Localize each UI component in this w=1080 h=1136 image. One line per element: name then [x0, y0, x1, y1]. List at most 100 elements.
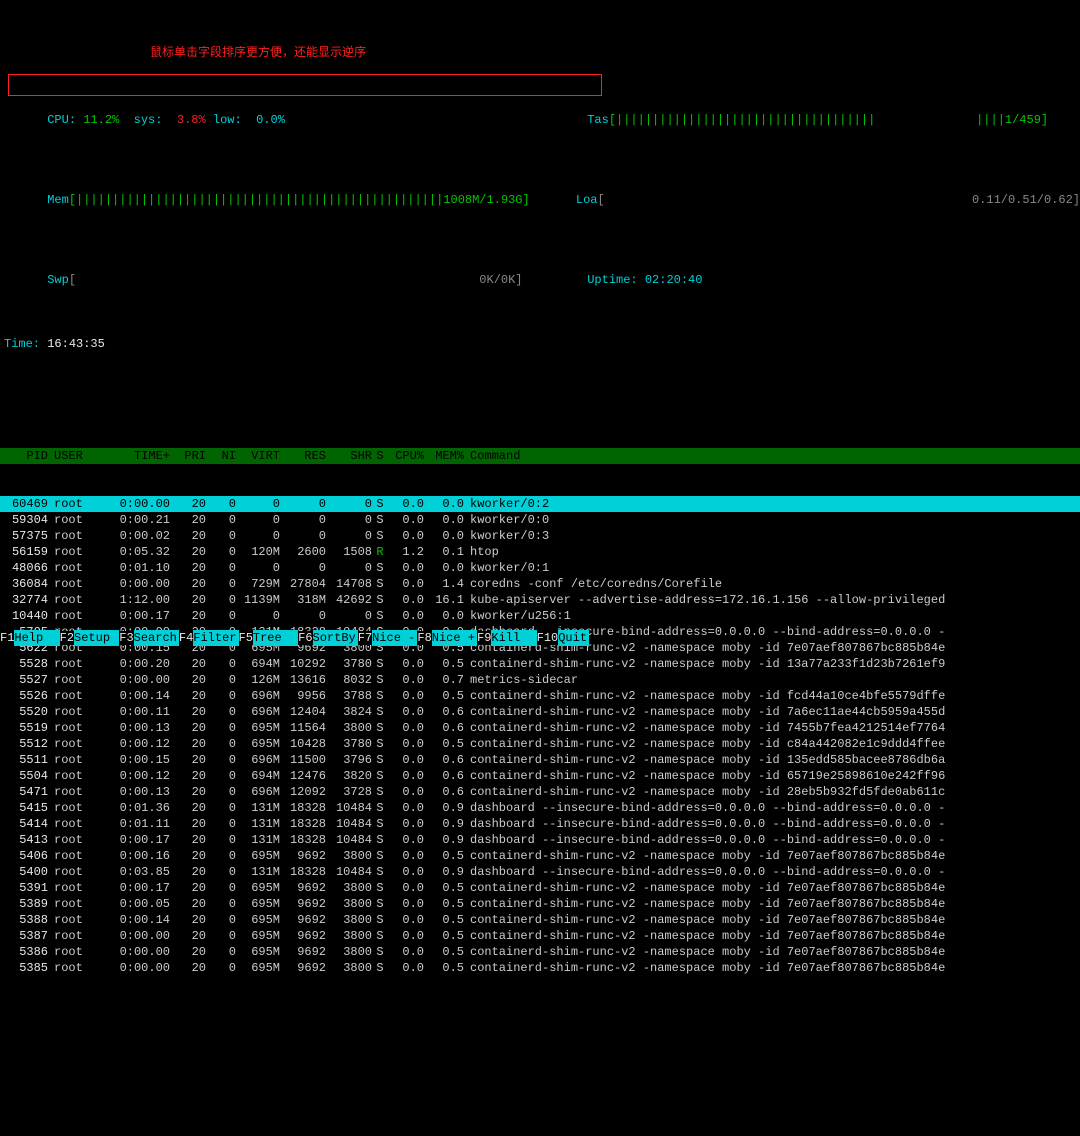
- cell-mem: 0.9: [424, 832, 464, 848]
- process-row[interactable]: 5528root0:00.20200694M102923780S0.00.5co…: [0, 656, 1080, 672]
- process-row[interactable]: 48066root0:01.10200000S0.00.0kworker/0:1: [0, 560, 1080, 576]
- process-row[interactable]: 5387root0:00.00200695M96923800S0.00.5con…: [0, 928, 1080, 944]
- process-row[interactable]: 5519root0:00.13200695M115643800S0.00.6co…: [0, 720, 1080, 736]
- process-row[interactable]: 5385root0:00.00200695M96923800S0.00.5con…: [0, 960, 1080, 976]
- cell-state: S: [372, 528, 388, 544]
- cell-virt: 696M: [236, 688, 280, 704]
- col-state[interactable]: S: [372, 448, 388, 464]
- process-row[interactable]: 32774root1:12.002001139M318M42692S0.016.…: [0, 592, 1080, 608]
- process-row[interactable]: 60469root0:00.00200000S0.00.0kworker/0:2: [0, 496, 1080, 512]
- col-virt[interactable]: VIRT: [236, 448, 280, 464]
- process-list[interactable]: 60469root0:00.00200000S0.00.0kworker/0:2…: [0, 496, 1080, 1024]
- cell-ni: 0: [206, 656, 236, 672]
- cell-pid: 5400: [0, 864, 48, 880]
- process-row[interactable]: 5526root0:00.14200696M99563788S0.00.5con…: [0, 688, 1080, 704]
- col-command[interactable]: Command: [464, 448, 1080, 464]
- cell-time: 0:00.21: [106, 512, 170, 528]
- cell-command: containerd-shim-runc-v2 -namespace moby …: [464, 880, 1080, 896]
- cell-shr: 10484: [326, 864, 372, 880]
- process-row[interactable]: 5504root0:00.12200694M124763820S0.00.6co…: [0, 768, 1080, 784]
- cell-user: root: [48, 832, 106, 848]
- cell-ni: 0: [206, 880, 236, 896]
- process-row[interactable]: 59304root0:00.21200000S0.00.0kworker/0:0: [0, 512, 1080, 528]
- fkey-f1[interactable]: F1Help: [0, 630, 60, 646]
- cell-time: 0:01.10: [106, 560, 170, 576]
- cell-pid: 60469: [0, 496, 48, 512]
- cell-cpu: 0.0: [388, 832, 424, 848]
- cell-ni: 0: [206, 512, 236, 528]
- cell-cpu: 0.0: [388, 656, 424, 672]
- process-row[interactable]: 5389root0:00.05200695M96923800S0.00.5con…: [0, 896, 1080, 912]
- process-row[interactable]: 5415root0:01.36200131M1832810484S0.00.9d…: [0, 800, 1080, 816]
- cell-res: 12404: [280, 704, 326, 720]
- cell-ni: 0: [206, 576, 236, 592]
- cell-ni: 0: [206, 912, 236, 928]
- process-row[interactable]: 5388root0:00.14200695M96923800S0.00.5con…: [0, 912, 1080, 928]
- fkey-f9[interactable]: F9Kill: [477, 630, 537, 646]
- fkey-f2[interactable]: F2Setup: [60, 630, 120, 646]
- cell-state: S: [372, 720, 388, 736]
- cell-state: S: [372, 768, 388, 784]
- col-res[interactable]: RES: [280, 448, 326, 464]
- process-row[interactable]: 5414root0:01.11200131M1832810484S0.00.9d…: [0, 816, 1080, 832]
- cell-mem: 0.5: [424, 688, 464, 704]
- cell-res: 0: [280, 608, 326, 624]
- cell-pid: 5528: [0, 656, 48, 672]
- cell-command: kworker/0:1: [464, 560, 1080, 576]
- cell-ni: 0: [206, 832, 236, 848]
- cell-pid: 5519: [0, 720, 48, 736]
- cell-command: coredns -conf /etc/coredns/Corefile: [464, 576, 1080, 592]
- process-row[interactable]: 5386root0:00.00200695M96923800S0.00.5con…: [0, 944, 1080, 960]
- cell-command: containerd-shim-runc-v2 -namespace moby …: [464, 928, 1080, 944]
- fkey-f5[interactable]: F5Tree: [239, 630, 299, 646]
- cell-cpu: 0.0: [388, 576, 424, 592]
- cell-state: S: [372, 832, 388, 848]
- cell-shr: 0: [326, 608, 372, 624]
- process-row[interactable]: 5400root0:03.85200131M1832810484S0.00.9d…: [0, 864, 1080, 880]
- fkey-f4[interactable]: F4Filter: [179, 630, 239, 646]
- process-table-header[interactable]: PID USER TIME+ PRI NI VIRT RES SHR S CPU…: [0, 448, 1080, 464]
- fkey-f10[interactable]: F10Quit: [537, 630, 589, 646]
- cell-shr: 3820: [326, 768, 372, 784]
- process-row[interactable]: 36084root0:00.00200729M2780414708S0.01.4…: [0, 576, 1080, 592]
- process-row[interactable]: 5511root0:00.15200696M115003796S0.00.6co…: [0, 752, 1080, 768]
- cell-cpu: 0.0: [388, 496, 424, 512]
- cell-user: root: [48, 704, 106, 720]
- process-row[interactable]: 5527root0:00.00200126M136168032S0.00.7me…: [0, 672, 1080, 688]
- process-row[interactable]: 5406root0:00.16200695M96923800S0.00.5con…: [0, 848, 1080, 864]
- cell-state: S: [372, 736, 388, 752]
- process-row[interactable]: 57375root0:00.02200000S0.00.0kworker/0:3: [0, 528, 1080, 544]
- fkey-f3[interactable]: F3Search: [119, 630, 179, 646]
- fkey-f7[interactable]: F7Nice -: [358, 630, 418, 646]
- process-row[interactable]: 5512root0:00.12200695M104283780S0.00.5co…: [0, 736, 1080, 752]
- col-shr[interactable]: SHR: [326, 448, 372, 464]
- cell-virt: 0: [236, 528, 280, 544]
- process-row[interactable]: 5520root0:00.11200696M124043824S0.00.6co…: [0, 704, 1080, 720]
- cell-pid: 5406: [0, 848, 48, 864]
- cell-cpu: 0.0: [388, 896, 424, 912]
- fkey-f8[interactable]: F8Nice +: [417, 630, 477, 646]
- col-time[interactable]: TIME+: [106, 448, 170, 464]
- process-row[interactable]: 56159root0:05.32200120M26001508R1.20.1ht…: [0, 544, 1080, 560]
- col-pri[interactable]: PRI: [170, 448, 206, 464]
- cell-mem: 0.6: [424, 704, 464, 720]
- process-row[interactable]: 5413root0:00.17200131M1832810484S0.00.9d…: [0, 832, 1080, 848]
- col-mem[interactable]: MEM%: [424, 448, 464, 464]
- cell-res: 27804: [280, 576, 326, 592]
- process-row[interactable]: 10440root0:00.17200000S0.00.0kworker/u25…: [0, 608, 1080, 624]
- process-row[interactable]: 5471root0:00.13200696M120923728S0.00.6co…: [0, 784, 1080, 800]
- fkey-f6[interactable]: F6SortBy: [298, 630, 358, 646]
- cell-command: containerd-shim-runc-v2 -namespace moby …: [464, 768, 1080, 784]
- tas-label: Tas: [587, 113, 609, 127]
- loa-bar: [: [598, 193, 972, 207]
- cell-cpu: 0.0: [388, 864, 424, 880]
- cell-mem: 1.4: [424, 576, 464, 592]
- cell-pid: 5414: [0, 816, 48, 832]
- col-cpu[interactable]: CPU%: [388, 448, 424, 464]
- cell-ni: 0: [206, 704, 236, 720]
- col-pid[interactable]: PID: [0, 448, 48, 464]
- process-row[interactable]: 5391root0:00.17200695M96923800S0.00.5con…: [0, 880, 1080, 896]
- cell-command: containerd-shim-runc-v2 -namespace moby …: [464, 688, 1080, 704]
- col-user[interactable]: USER: [48, 448, 106, 464]
- col-ni[interactable]: NI: [206, 448, 236, 464]
